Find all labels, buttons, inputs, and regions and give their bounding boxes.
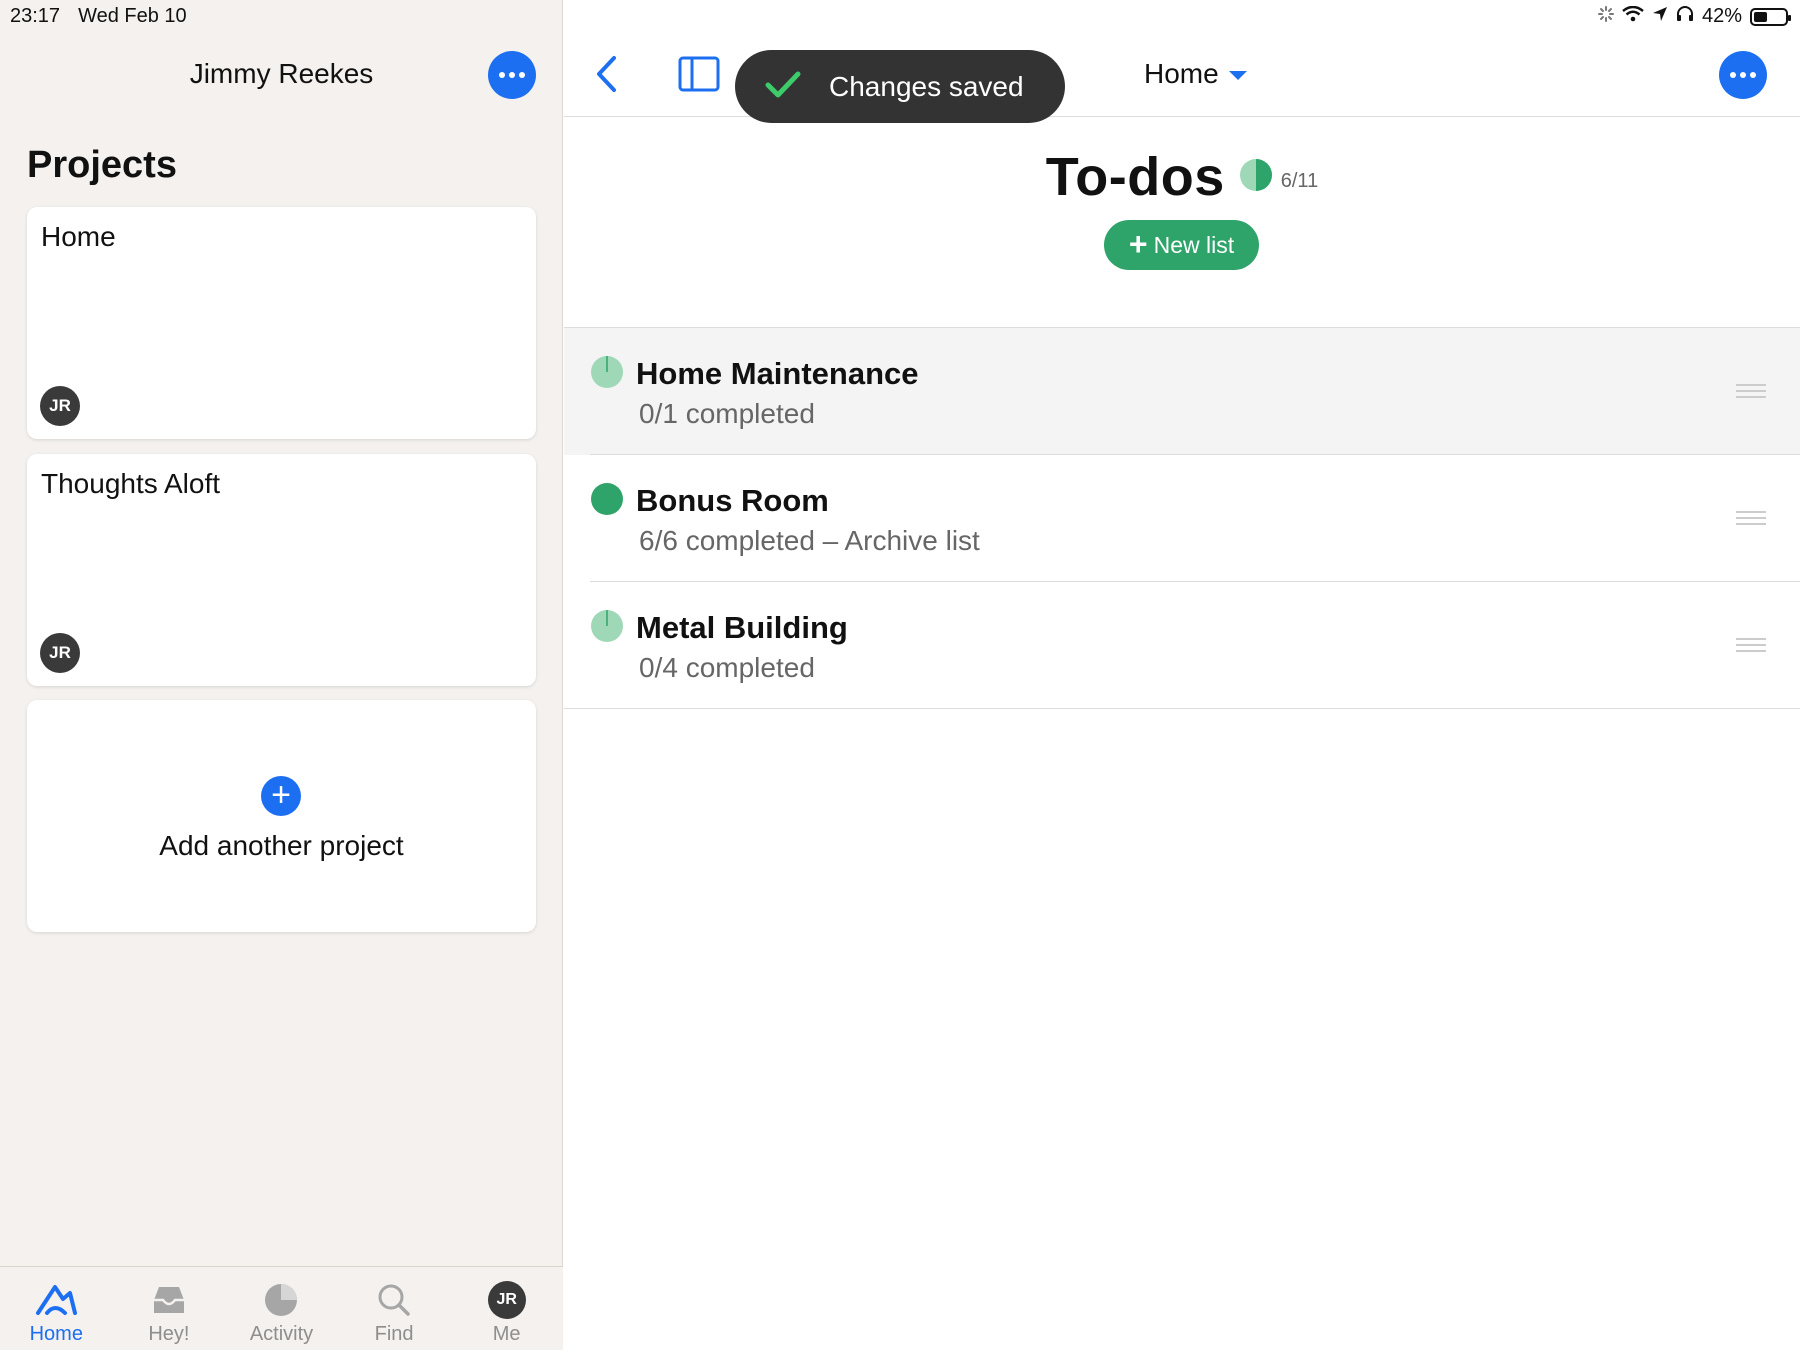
status-bar: 23:17 Wed Feb 10 42%	[0, 0, 1800, 34]
todo-list-progress: 0/1 completed	[639, 398, 815, 429]
progress-pie-icon	[590, 482, 624, 521]
avatar: JR	[40, 633, 80, 673]
battery-percent: 42%	[1701, 5, 1742, 27]
toast-message: Changes saved	[829, 71, 1024, 102]
todo-lists: Home Maintenance 0/1 completed Bonus Roo…	[564, 327, 1800, 709]
todo-list-title: Bonus Room	[636, 483, 829, 518]
tab-label: Home	[29, 1323, 83, 1345]
project-card-home[interactable]: Home JR	[27, 207, 536, 439]
search-icon	[377, 1279, 411, 1321]
sidebar-more-button[interactable]	[488, 51, 536, 99]
loading-spinner-icon	[1597, 5, 1614, 28]
add-project-button[interactable]: + Add another project	[27, 700, 536, 932]
drag-handle-icon[interactable]	[1736, 384, 1766, 402]
sidebar-header: Jimmy Reekes	[0, 48, 563, 108]
plus-icon: +	[261, 776, 301, 816]
tab-bar: Home Hey! Activity Find JR Me	[0, 1266, 563, 1350]
progress-pie-icon	[590, 609, 624, 648]
more-icon	[1730, 72, 1756, 78]
back-button[interactable]	[594, 54, 620, 99]
chevron-left-icon	[597, 56, 616, 92]
progress-pie-icon	[1239, 158, 1273, 197]
avatar: JR	[487, 1281, 526, 1319]
location-arrow-icon	[1652, 5, 1668, 28]
todo-list-progress: 0/4 completed	[639, 652, 815, 683]
progress-count: 6/11	[1280, 169, 1319, 192]
wifi-icon	[1622, 5, 1644, 28]
main-pane: Changes saved Home To-dos 6/11 + New lis…	[564, 0, 1800, 1350]
inbox-icon	[151, 1279, 187, 1321]
avatar: JR	[40, 386, 80, 426]
plus-icon: +	[1128, 225, 1148, 262]
tab-label: Find	[374, 1323, 414, 1345]
screen: 23:17 Wed Feb 10 42% Jimmy Reekes Projec…	[0, 0, 1800, 1350]
drag-handle-icon[interactable]	[1736, 511, 1766, 529]
progress-pie-icon	[590, 355, 624, 394]
status-time: 23:17	[10, 5, 61, 27]
activity-icon	[263, 1279, 299, 1321]
todo-list-progress: 6/6 completed – Archive list	[639, 525, 980, 556]
todo-list-item[interactable]: Bonus Room 6/6 completed – Archive list	[564, 455, 1800, 582]
tab-label: Activity	[249, 1323, 314, 1345]
sidebar-icon	[678, 56, 720, 92]
sidebar-toggle-button[interactable]	[678, 56, 720, 97]
drag-handle-icon[interactable]	[1736, 638, 1766, 656]
todo-list-title: Metal Building	[636, 610, 848, 645]
project-switcher-label: Home	[1144, 58, 1219, 89]
page-title: To-dos	[1045, 147, 1225, 207]
battery-icon	[1750, 7, 1791, 26]
home-icon	[35, 1279, 78, 1321]
todo-list-item[interactable]: Home Maintenance 0/1 completed	[564, 328, 1800, 455]
tab-hey[interactable]: Hey!	[113, 1267, 226, 1350]
todos-header: To-dos 6/11 + New list	[564, 140, 1800, 326]
check-icon	[765, 70, 801, 105]
caret-down-icon	[1228, 70, 1247, 80]
tab-find[interactable]: Find	[338, 1267, 451, 1350]
top-bar: Changes saved Home	[564, 34, 1800, 123]
project-card-thoughts-aloft[interactable]: Thoughts Aloft JR	[27, 454, 536, 686]
account-name: Jimmy Reekes	[189, 58, 374, 89]
main-more-button[interactable]	[1719, 51, 1767, 99]
todo-list-item[interactable]: Metal Building 0/4 completed	[564, 582, 1800, 709]
headphones-icon	[1676, 5, 1694, 28]
new-list-label: New list	[1153, 231, 1235, 258]
new-list-button[interactable]: + New list	[1104, 220, 1259, 270]
project-title: Thoughts Aloft	[41, 468, 221, 499]
status-date: Wed Feb 10	[78, 5, 187, 27]
todo-list-title: Home Maintenance	[636, 356, 919, 391]
tab-me[interactable]: JR Me	[450, 1267, 563, 1350]
tab-label: Me	[492, 1323, 521, 1345]
more-icon	[499, 72, 525, 78]
tab-home[interactable]: Home	[0, 1267, 113, 1350]
project-switcher[interactable]: Home	[1144, 58, 1247, 90]
projects-heading: Projects	[27, 144, 177, 186]
toast-notification: Changes saved	[735, 50, 1065, 123]
sidebar: Jimmy Reekes Projects Home JR Thoughts A…	[0, 0, 563, 1350]
tab-label: Hey!	[148, 1323, 190, 1345]
project-title: Home	[41, 221, 116, 252]
tab-activity[interactable]: Activity	[225, 1267, 338, 1350]
add-project-label: Add another project	[159, 830, 404, 861]
